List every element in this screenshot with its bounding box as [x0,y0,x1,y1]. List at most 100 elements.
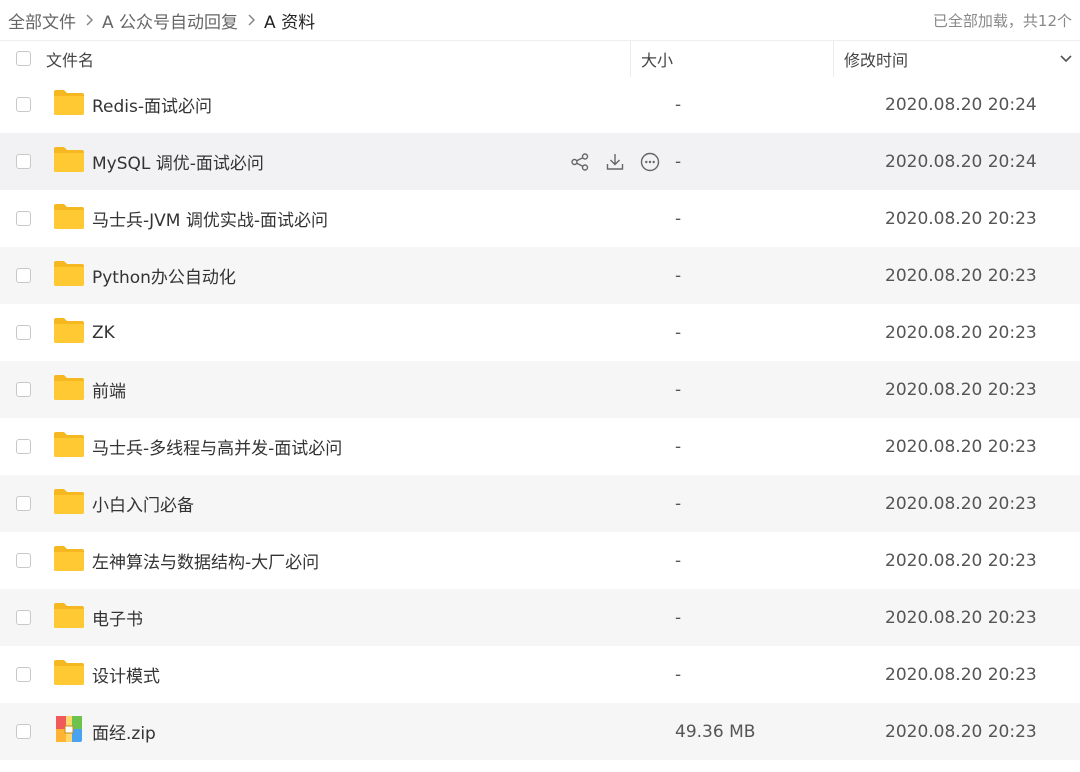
share-icon[interactable] [567,149,592,175]
file-name[interactable]: 电子书 [91,605,512,630]
folder-icon [53,658,85,691]
folder-icon [53,88,85,121]
file-modified-time: 2020.08.20 20:23 [885,721,1037,742]
chevron-right-icon [76,13,102,27]
file-name[interactable]: 面经.zip [91,719,512,744]
folder-icon [53,487,85,520]
file-list: Redis-面试必问 - 2020.08.20 20:24 MySQL 调优-面… [0,76,1080,760]
file-row[interactable]: Python办公自动化 - 2020.08.20 20:23 [0,247,1080,304]
row-checkbox-cell [0,154,46,169]
file-icon-cell [46,145,91,178]
file-modified-time: 2020.08.20 20:23 [885,550,1037,571]
breadcrumb-item-all-files[interactable]: 全部文件 [8,8,76,33]
file-size: - [675,664,682,685]
folder-icon [53,259,85,292]
file-modified-time: 2020.08.20 20:23 [885,493,1037,514]
column-header-name[interactable]: 文件名 [46,47,630,71]
file-size: - [675,436,682,457]
loaded-count-status: 已全部加载，共12个 [932,11,1072,30]
row-checkbox[interactable] [15,667,31,682]
chevron-right-icon [238,13,264,27]
file-name[interactable]: 小白入门必备 [91,491,512,516]
file-row[interactable]: 马士兵-JVM 调优实战-面试必问 - 2020.08.20 20:23 [0,190,1080,247]
file-row[interactable]: 小白入门必备 - 2020.08.20 20:23 [0,475,1080,532]
column-header-modified[interactable]: 修改时间 [833,40,1080,77]
file-icon-cell [46,202,91,235]
file-icon-cell [46,259,91,292]
breadcrumb-item-current: A 资料 [264,12,316,33]
row-checkbox-cell [0,97,46,112]
file-size: 49.36 MB [675,721,756,742]
file-icon-cell [46,601,91,634]
file-modified-time: 2020.08.20 20:23 [885,664,1037,685]
file-name[interactable]: 马士兵-多线程与高并发-面试必问 [91,434,512,459]
file-size: - [675,208,682,229]
row-checkbox-cell [0,553,46,568]
file-name[interactable]: 马士兵-JVM 调优实战-面试必问 [91,206,512,231]
file-name[interactable]: 前端 [91,377,512,402]
file-icon-cell [46,88,91,121]
file-size: - [675,379,682,400]
row-checkbox-cell [0,211,46,226]
file-size: - [675,322,682,343]
row-checkbox-cell [0,325,46,340]
file-row[interactable]: 电子书 - 2020.08.20 20:23 [0,589,1080,646]
download-icon[interactable] [602,149,627,175]
file-size: - [675,607,682,628]
file-modified-time: 2020.08.20 20:23 [885,322,1037,343]
file-row[interactable]: 左神算法与数据结构-大厂必问 - 2020.08.20 20:23 [0,532,1080,589]
file-modified-time: 2020.08.20 20:23 [885,208,1037,229]
file-row[interactable]: 面经.zip 49.36 MB 2020.08.20 20:23 [0,703,1080,760]
file-name[interactable]: 设计模式 [91,662,512,687]
row-checkbox[interactable] [15,553,31,568]
file-row[interactable]: Redis-面试必问 - 2020.08.20 20:24 [0,76,1080,133]
file-icon-cell [46,544,91,577]
file-icon-cell [46,316,91,349]
row-checkbox[interactable] [15,97,31,112]
file-name[interactable]: ZK [91,323,512,343]
folder-icon [53,316,85,349]
file-size: - [675,94,682,115]
file-row[interactable]: ZK - 2020.08.20 20:23 [0,304,1080,361]
breadcrumb-item-auto-reply[interactable]: A 公众号自动回复 [102,8,238,33]
file-size: - [675,550,682,571]
file-row[interactable]: 设计模式 - 2020.08.20 20:23 [0,646,1080,703]
file-name[interactable]: MySQL 调优-面试必问 [91,149,512,174]
row-checkbox-cell [0,610,46,625]
folder-icon [53,373,85,406]
chevron-down-icon[interactable] [1058,50,1074,70]
row-checkbox[interactable] [15,610,31,625]
row-checkbox[interactable] [15,154,31,169]
file-name[interactable]: Redis-面试必问 [91,92,512,117]
file-size: - [675,265,682,286]
file-name[interactable]: 左神算法与数据结构-大厂必问 [91,548,512,573]
row-checkbox[interactable] [15,724,31,739]
row-checkbox[interactable] [15,325,31,340]
file-modified-time: 2020.08.20 20:23 [885,607,1037,628]
file-row[interactable]: MySQL 调优-面试必问 - 2020.08.20 20:24 [0,133,1080,190]
row-checkbox[interactable] [15,382,31,397]
row-checkbox[interactable] [15,439,31,454]
row-checkbox-cell [0,439,46,454]
row-checkbox[interactable] [15,211,31,226]
zip-archive-icon [55,715,83,748]
file-row[interactable]: 前端 - 2020.08.20 20:23 [0,361,1080,418]
row-checkbox-cell [0,724,46,739]
file-row[interactable]: 马士兵-多线程与高并发-面试必问 - 2020.08.20 20:23 [0,418,1080,475]
file-modified-time: 2020.08.20 20:23 [885,436,1037,457]
more-icon[interactable] [637,149,662,175]
file-modified-time: 2020.08.20 20:24 [885,94,1037,115]
row-checkbox-cell [0,667,46,682]
select-all-checkbox[interactable] [15,51,31,66]
row-checkbox[interactable] [15,268,31,283]
file-name[interactable]: Python办公自动化 [91,263,512,288]
file-list-header: 文件名 大小 修改时间 [0,40,1080,77]
select-all-checkbox-cell [0,51,46,66]
row-checkbox-cell [0,496,46,511]
file-icon-cell [46,373,91,406]
row-checkbox[interactable] [15,496,31,511]
file-icon-cell [46,430,91,463]
column-header-size[interactable]: 大小 [630,40,833,77]
file-size: - [675,151,682,172]
breadcrumb-bar: 全部文件 A 公众号自动回复 A 资料 已全部加载，共12个 [0,0,1080,40]
